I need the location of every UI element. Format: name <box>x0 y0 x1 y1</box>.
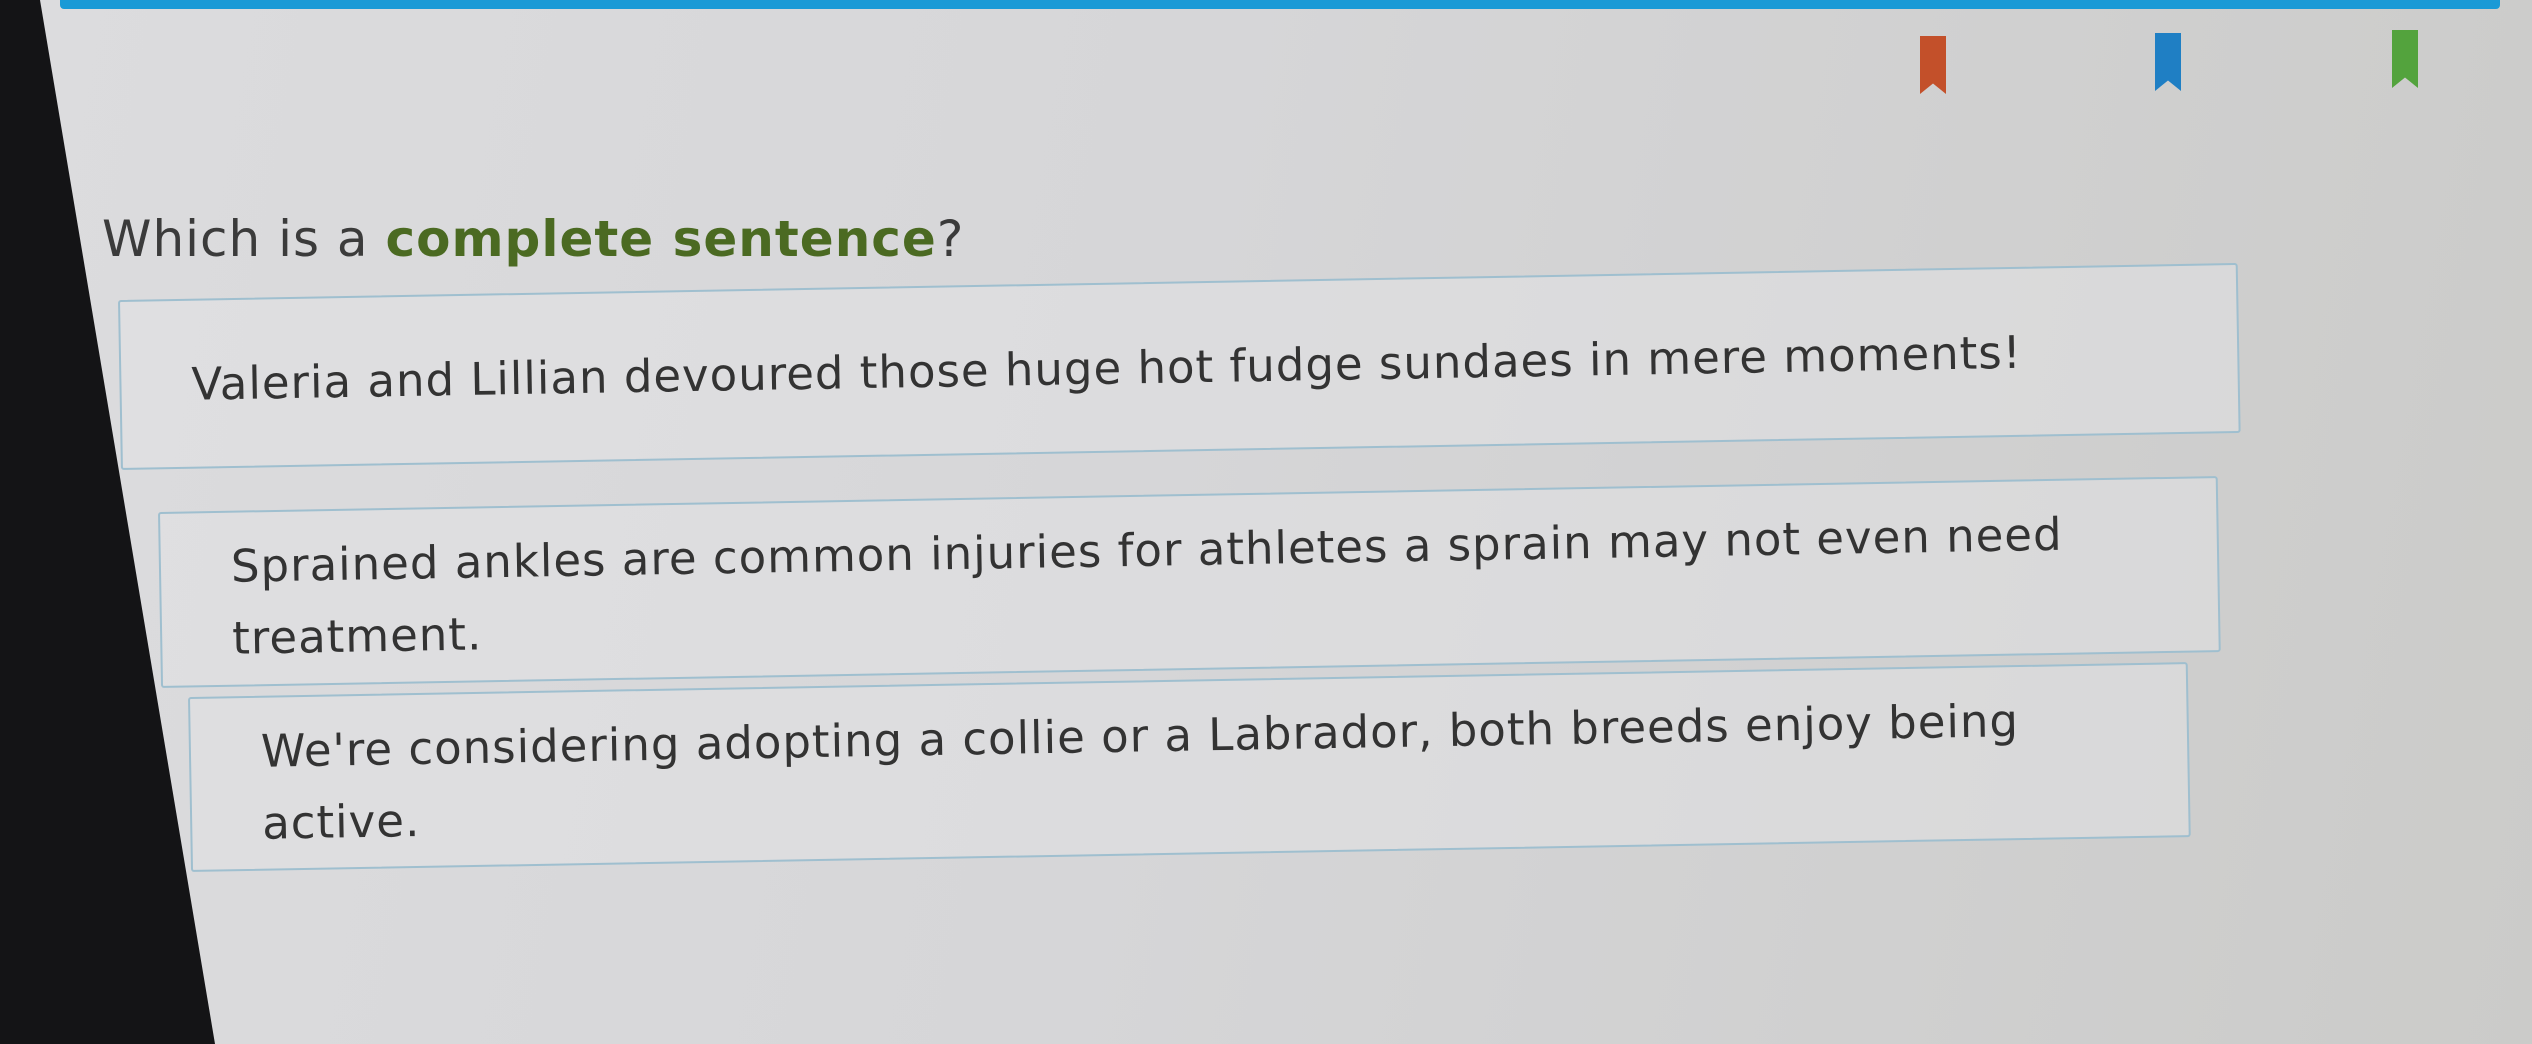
answer-choice-text: Sprained ankles are common injuries for … <box>230 507 2064 665</box>
blue-bookmark-icon <box>2155 33 2181 91</box>
answer-choice-text: Valeria and Lillian devoured those huge … <box>191 325 2023 411</box>
question-suffix: ? <box>936 210 965 268</box>
question-prompt: Which is a complete sentence? <box>102 210 964 268</box>
question-emphasis: complete sentence <box>385 210 937 268</box>
top-accent-bar <box>60 0 2500 9</box>
question-prefix: Which is a <box>102 210 386 268</box>
orange-bookmark-icon <box>1920 36 1946 94</box>
answer-choice-2[interactable]: Sprained ankles are common injuries for … <box>158 476 2221 688</box>
green-bookmark-icon <box>2392 30 2418 88</box>
answer-choice-3[interactable]: We're considering adopting a collie or a… <box>188 662 2191 872</box>
answer-choice-text: We're considering adopting a collie or a… <box>260 694 2020 850</box>
answer-choice-1[interactable]: Valeria and Lillian devoured those huge … <box>118 263 2241 470</box>
